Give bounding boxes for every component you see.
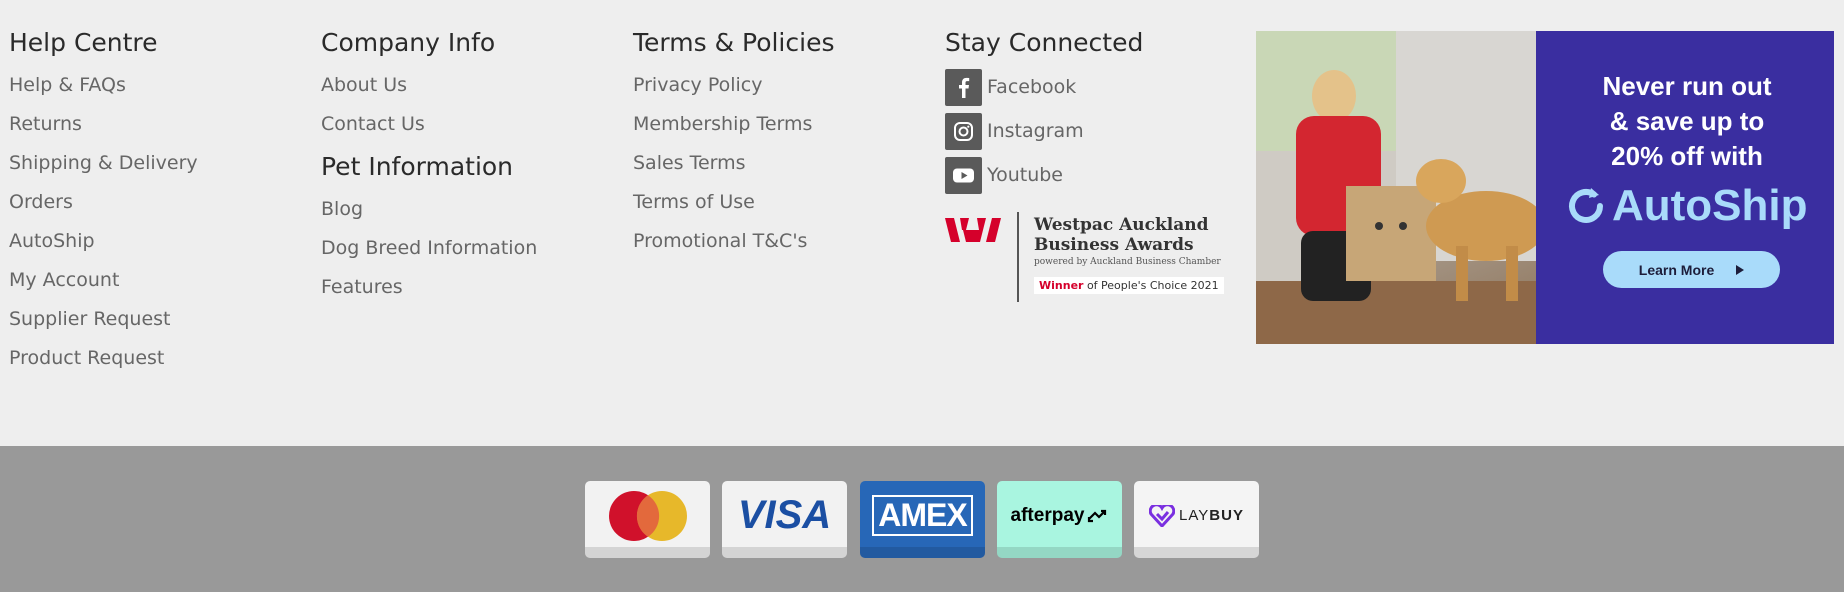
link-sales-terms[interactable]: Sales Terms	[633, 152, 834, 175]
amex-logo: AMEX	[860, 481, 985, 558]
laybuy-text-lay: LAY	[1179, 507, 1210, 524]
link-returns[interactable]: Returns	[9, 113, 198, 136]
help-centre-column: Help Centre Help & FAQs Returns Shipping…	[9, 28, 198, 386]
stay-connected-title: Stay Connected	[945, 28, 1144, 57]
stay-connected-column: Stay Connected Facebook Instagram Youtub…	[945, 28, 1143, 200]
autoship-promo-banner[interactable]: Never run out & save up to 20% off with …	[1256, 31, 1834, 344]
mastercard-logo	[585, 481, 710, 558]
westpac-logo-icon	[945, 218, 1001, 246]
youtube-icon	[945, 156, 982, 194]
banner-discount-suffix: with	[1703, 141, 1763, 171]
link-promotional-tcs[interactable]: Promotional T&C's	[633, 230, 834, 253]
company-info-title: Company Info	[321, 28, 496, 57]
link-supplier-request[interactable]: Supplier Request	[9, 308, 198, 331]
laybuy-heart-icon	[1149, 504, 1176, 527]
link-blog[interactable]: Blog	[321, 198, 537, 221]
terms-policies-title: Terms & Policies	[633, 28, 835, 57]
help-centre-title: Help Centre	[9, 28, 158, 57]
banner-line-3: 20% off with	[1552, 139, 1822, 174]
laybuy-logo: LAYBUY	[1134, 481, 1259, 558]
learn-more-label: Learn More	[1638, 261, 1715, 278]
youtube-label: Youtube	[987, 164, 1063, 186]
award-subtitle: powered by Auckland Business Chamber	[1034, 257, 1221, 267]
link-help-faqs[interactable]: Help & FAQs	[9, 74, 198, 97]
link-orders[interactable]: Orders	[9, 191, 198, 214]
award-divider	[1017, 212, 1019, 302]
afterpay-arrows-icon	[1086, 508, 1108, 524]
afterpay-logo: afterpay	[997, 481, 1122, 558]
award-title-line2: Business Awards	[1034, 235, 1194, 255]
play-arrow-icon	[1736, 264, 1745, 275]
autoship-brand: AutoShip	[1564, 181, 1808, 231]
laybuy-wrap: LAYBUY	[1149, 504, 1244, 527]
laybuy-text: LAYBUY	[1179, 507, 1244, 524]
visa-text: VISA	[737, 493, 832, 537]
afterpay-text: afterpay	[1010, 504, 1085, 526]
payment-methods-bar: VISA AMEX afterpay LAYBUY	[0, 446, 1844, 592]
banner-discount: 20% off	[1611, 141, 1704, 171]
link-about-us[interactable]: About Us	[321, 74, 537, 97]
link-features[interactable]: Features	[321, 276, 537, 299]
amex-text: AMEX	[872, 495, 973, 536]
link-dog-breed-information[interactable]: Dog Breed Information	[321, 237, 537, 260]
banner-headline: Never run out & save up to 20% off with	[1552, 69, 1822, 174]
award-title: Westpac Auckland Business Awards	[1034, 215, 1209, 255]
instagram-icon	[945, 112, 982, 150]
link-privacy-policy[interactable]: Privacy Policy	[633, 74, 834, 97]
banner-line-1: Never run out	[1602, 71, 1772, 101]
banner-photo-woman-with-dog	[1256, 31, 1566, 344]
link-shipping-delivery[interactable]: Shipping & Delivery	[9, 152, 198, 175]
social-link-facebook[interactable]: Facebook	[945, 68, 1143, 106]
learn-more-button[interactable]: Learn More	[1603, 251, 1780, 288]
company-info-column: Company Info About Us Contact Us Pet Inf…	[321, 28, 537, 315]
link-autoship[interactable]: AutoShip	[9, 230, 198, 253]
terms-policies-column: Terms & Policies Privacy Policy Membersh…	[633, 28, 834, 269]
link-product-request[interactable]: Product Request	[9, 347, 198, 370]
facebook-label: Facebook	[987, 76, 1077, 98]
link-membership-terms[interactable]: Membership Terms	[633, 113, 834, 136]
award-winner-text: of People's Choice 2021	[1086, 279, 1219, 292]
autoship-refresh-icon	[1564, 184, 1608, 228]
link-terms-of-use[interactable]: Terms of Use	[633, 191, 834, 214]
westpac-award-badge: Westpac Auckland Business Awards powered…	[945, 212, 1224, 304]
award-winner-label: Winner	[1039, 279, 1084, 292]
facebook-icon	[945, 68, 982, 106]
award-winner-badge: Winner of People's Choice 2021	[1034, 277, 1224, 294]
banner-line-2: & save up to	[1609, 106, 1765, 136]
autoship-brand-text: AutoShip	[1612, 181, 1808, 230]
social-link-youtube[interactable]: Youtube	[945, 156, 1143, 194]
footer-links-area: Help Centre Help & FAQs Returns Shipping…	[0, 0, 1844, 446]
pet-information-title: Pet Information	[321, 152, 514, 181]
award-title-line1: Westpac Auckland	[1034, 215, 1209, 235]
visa-logo: VISA	[722, 481, 847, 558]
link-my-account[interactable]: My Account	[9, 269, 198, 292]
laybuy-text-buy: BUY	[1209, 507, 1244, 524]
social-link-instagram[interactable]: Instagram	[945, 112, 1143, 150]
instagram-label: Instagram	[987, 120, 1084, 142]
link-contact-us[interactable]: Contact Us	[321, 113, 537, 136]
